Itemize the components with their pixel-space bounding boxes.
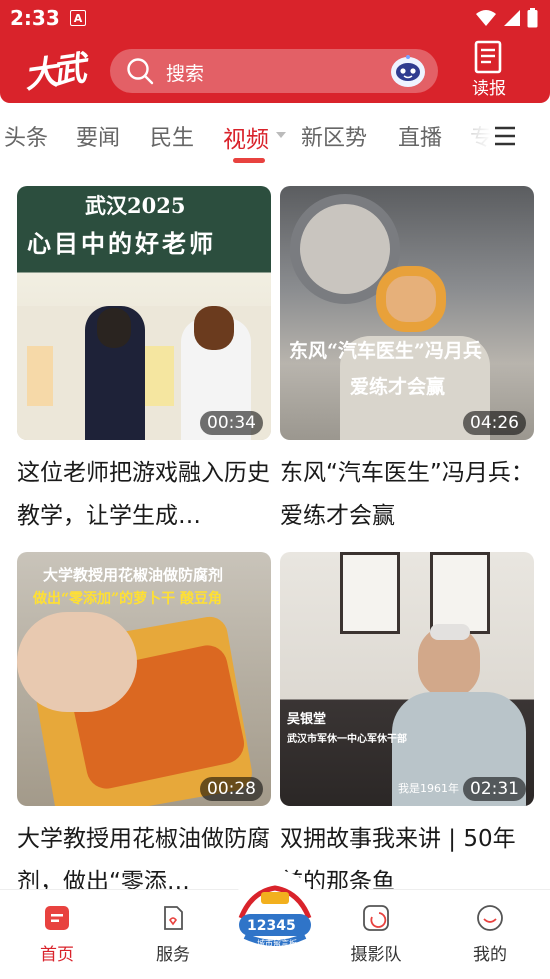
nav-services[interactable]: 服务 [133,890,213,979]
thumbnail-overlay-text: 做出“零添加”的萝卜干 酸豆角 [33,591,222,607]
search-bar[interactable]: 搜索 [110,49,438,93]
thumbnail-overlay-text: 心目中的好老师 [27,229,216,258]
active-tab-indicator [233,158,265,163]
status-bar: 2:33 A [0,0,550,38]
status-time: 2:33 [10,6,60,30]
hotline-sub-label: 城市留言板 [257,939,297,948]
video-thumbnail[interactable]: 吴银堂 武汉市军休一中心军休干部 我是1961年 02:31 [280,552,534,806]
thumbnail-overlay-text: 大学教授用花椒油做防腐剂 [43,566,224,584]
tab-arrow-icon [276,132,286,138]
thumbnail-overlay-text: 爱练才会赢 [350,376,446,398]
thumbnail-overlay-text: 东风“汽车医生”冯月兵 [289,340,482,362]
tab-important-news[interactable]: 要闻 [76,120,120,152]
newspaper-icon [474,40,502,74]
menu-icon[interactable] [494,126,516,146]
read-newspaper-button[interactable]: 读报 [466,38,512,99]
wifi-icon [476,10,496,26]
tab-new-district[interactable]: 新区势 [301,120,367,152]
thumbnail-overlay-text: 武汉2025 [85,193,186,218]
nav-photo-team-label: 摄影队 [350,945,402,965]
video-duration: 04:26 [463,411,526,435]
hotline-12345-button[interactable]: 12345 城市留言板 [231,870,319,958]
video-title[interactable]: 东风“汽车医生”冯月兵：爱练才会赢 [280,452,534,538]
profile-icon [477,905,503,931]
nav-profile[interactable]: 我的 [450,890,530,979]
video-thumbnail[interactable]: 东风“汽车医生”冯月兵 爱练才会赢 04:26 [280,186,534,440]
read-label: 读报 [472,79,506,99]
tab-video[interactable]: 视频 [223,120,269,154]
thumbnail-overlay-text: 武汉市军休一中心军休干部 [287,734,407,745]
services-icon [164,906,183,930]
nav-services-label: 服务 [156,945,190,965]
hotline-number: 12345 [247,918,296,934]
notification-icon: A [70,10,86,26]
nav-home-label: 首页 [40,945,74,965]
search-icon [127,58,154,85]
ai-assistant-icon[interactable] [390,54,426,88]
nav-photo-team[interactable]: 摄影队 [336,890,416,979]
thumbnail-overlay-text: 我是1961年 [398,782,459,795]
app-logo[interactable]: 大武汉 [21,39,98,145]
channel-tabs: 头条 要闻 民生 视频 新区势 直播 专 [0,112,550,164]
video-duration: 00:34 [200,411,263,435]
tab-live[interactable]: 直播 [398,120,442,152]
video-thumbnail[interactable]: 武汉2025 心目中的好老师 00:34 [17,186,271,440]
nav-profile-label: 我的 [473,945,507,965]
video-thumbnail[interactable]: 大学教授用花椒油做防腐剂 做出“零添加”的萝卜干 酸豆角 00:28 [17,552,271,806]
thumbnail-overlay-text: 吴银堂 [287,712,327,727]
tab-livelihood[interactable]: 民生 [150,120,194,152]
status-icons [475,8,538,28]
signal-icon [504,10,520,26]
battery-icon [527,8,538,28]
video-duration: 02:31 [463,777,526,801]
tab-headlines[interactable]: 头条 [4,120,48,152]
nav-home[interactable]: 首页 [17,890,97,979]
video-title[interactable]: 这位老师把游戏融入历史教学，让学生成… [17,452,271,538]
search-input[interactable]: 搜索 [166,59,204,86]
camera-icon [363,905,389,931]
video-duration: 00:28 [200,777,263,801]
home-icon [45,906,69,930]
